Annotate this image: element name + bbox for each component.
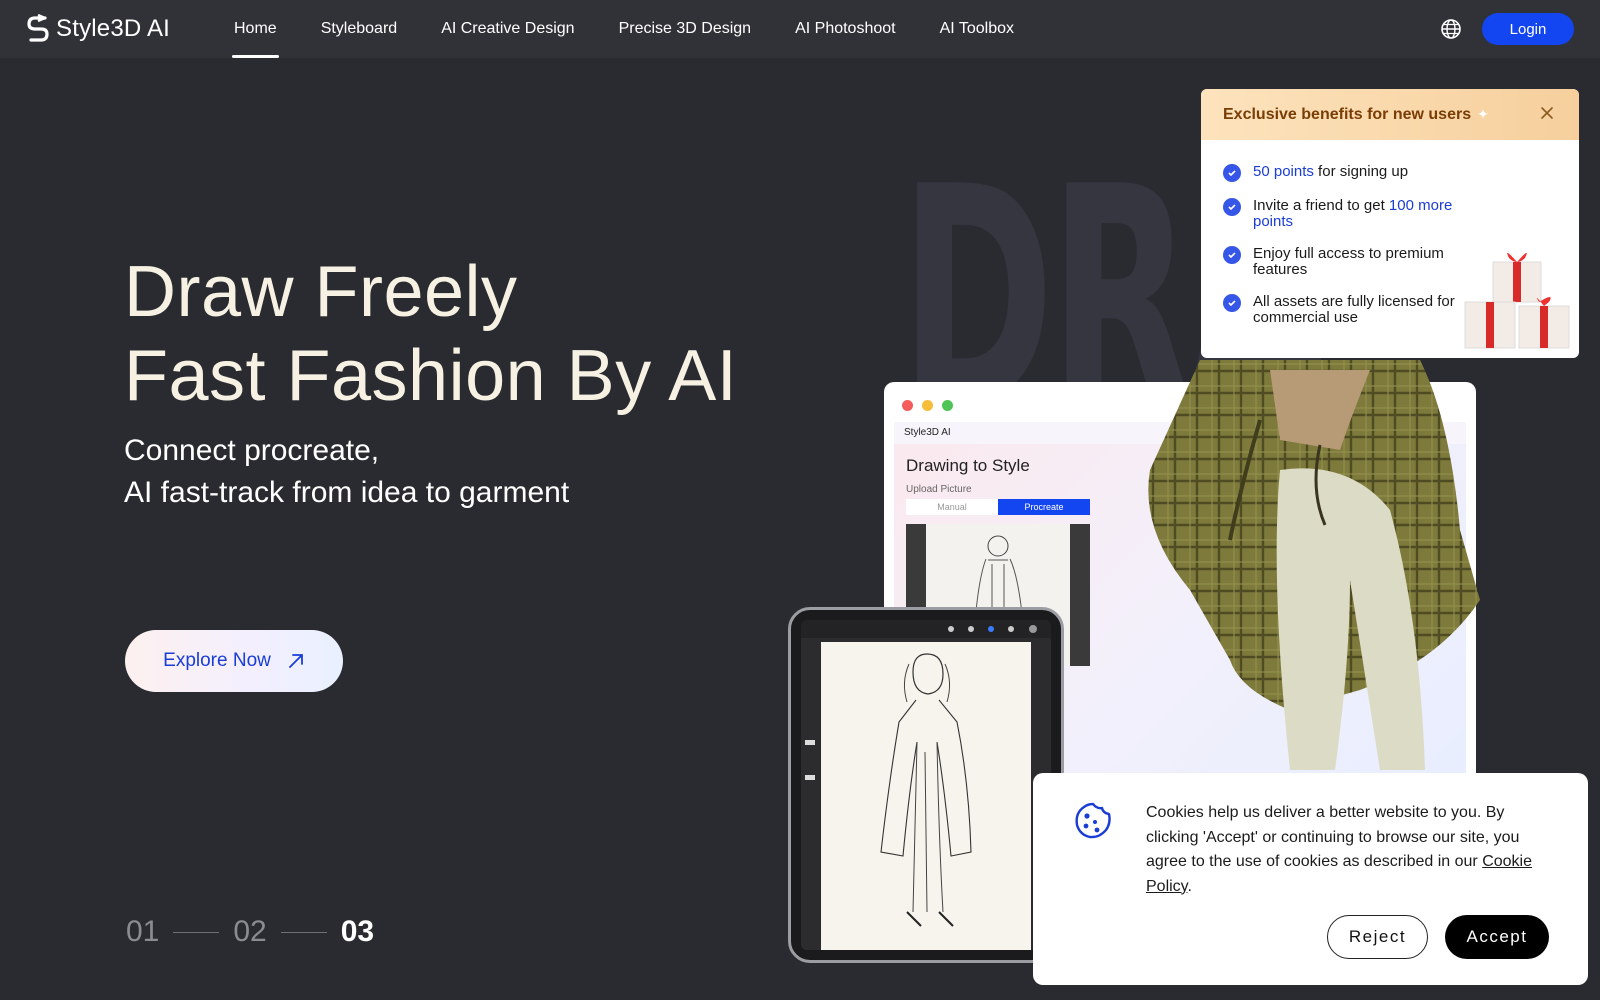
window-maximize-dot — [942, 400, 953, 411]
nav-ai-toolbox[interactable]: AI Toolbox — [940, 0, 1014, 58]
cookie-consent-banner: Cookies help us deliver a better website… — [1033, 773, 1588, 985]
hero-title: Draw Freely Fast Fashion By AI — [124, 250, 737, 418]
benefit-text: for signing up — [1313, 163, 1409, 180]
tablet-sketch-canvas — [821, 642, 1031, 950]
hero-title-line-2: Fast Fashion By AI — [124, 336, 738, 416]
mockup-tab-manual: Manual — [937, 502, 967, 512]
brand-name: Style3D AI — [56, 15, 171, 42]
benefits-title: Exclusive benefits for new users — [1223, 105, 1472, 123]
slide-step-2[interactable]: 02 — [233, 915, 266, 949]
reject-cookies-button[interactable]: Reject — [1327, 915, 1428, 959]
language-globe-icon[interactable] — [1440, 18, 1462, 40]
fashion-model-image — [1148, 360, 1480, 770]
benefit-item: 50 points for signing up — [1223, 164, 1463, 182]
cookie-message-text: Cookies help us deliver a better website… — [1146, 804, 1520, 870]
benefit-text: All assets are fully licensed for commer… — [1253, 293, 1455, 326]
check-icon — [1223, 164, 1241, 182]
login-button[interactable]: Login — [1482, 13, 1574, 45]
benefit-item: Invite a friend to get 100 more points — [1223, 198, 1463, 230]
slide-step-3[interactable]: 03 — [341, 915, 374, 949]
window-traffic-lights — [902, 400, 953, 411]
mockup-tab-procreate: Procreate — [998, 499, 1090, 515]
nav-precise-3d-design[interactable]: Precise 3D Design — [619, 0, 752, 58]
main-nav: Home Styleboard AI Creative Design Preci… — [232, 0, 1014, 58]
hero-subtitle-line-2: AI fast-track from idea to garment — [124, 476, 570, 509]
top-nav-bar: Style3D AI Home Styleboard AI Creative D… — [0, 0, 1600, 58]
benefit-text: Enjoy full access to premium features — [1253, 245, 1444, 278]
nav-ai-photoshoot[interactable]: AI Photoshoot — [795, 0, 896, 58]
close-icon[interactable] — [1539, 105, 1555, 121]
mockup-heading: Drawing to Style — [906, 456, 1030, 475]
hero-title-line-1: Draw Freely — [124, 252, 518, 332]
cookie-message: Cookies help us deliver a better website… — [1146, 801, 1558, 899]
slide-pagination: 01 02 03 — [126, 915, 374, 949]
benefit-text: Invite a friend to get — [1253, 197, 1389, 214]
new-user-benefits-popup: Exclusive benefits for new users ✦ 50 po… — [1201, 89, 1579, 358]
benefit-item: Enjoy full access to premium features — [1223, 246, 1463, 278]
window-close-dot — [902, 400, 913, 411]
hero-subtitle: Connect procreate, AI fast-track from id… — [124, 430, 569, 514]
explore-now-label: Explore Now — [163, 650, 271, 671]
tablet-screen — [801, 620, 1051, 950]
procreate-tablet-mockup — [788, 607, 1064, 963]
sparkle-icon: ✦ — [1477, 106, 1489, 122]
check-icon — [1223, 198, 1241, 216]
nav-styleboard[interactable]: Styleboard — [321, 0, 398, 58]
explore-now-button[interactable]: Explore Now — [125, 630, 343, 692]
mockup-tabs: Manual Procreate — [906, 499, 1090, 515]
mockup-upload-label: Upload Picture — [906, 484, 972, 495]
hero-subtitle-line-1: Connect procreate, — [124, 434, 380, 467]
tablet-tool-icons — [948, 625, 1037, 633]
slide-step-1[interactable]: 01 — [126, 915, 159, 949]
nav-home[interactable]: Home — [232, 0, 279, 58]
step-divider — [280, 931, 327, 933]
style3d-logo-icon — [27, 14, 49, 42]
check-icon — [1223, 294, 1241, 312]
nav-ai-creative-design[interactable]: AI Creative Design — [441, 0, 574, 58]
check-icon — [1223, 246, 1241, 264]
step-divider — [173, 931, 220, 933]
cookie-message-end: . — [1187, 877, 1192, 895]
mockup-brand: Style3D AI — [904, 427, 951, 438]
fashion-sketch-figure — [880, 653, 972, 927]
arrow-up-right-icon — [288, 654, 303, 668]
cookie-icon — [1075, 802, 1111, 839]
window-minimize-dot — [922, 400, 933, 411]
gift-boxes-icon — [1464, 252, 1570, 349]
benefits-header: Exclusive benefits for new users ✦ — [1201, 89, 1579, 140]
benefit-item: All assets are fully licensed for commer… — [1223, 294, 1463, 326]
benefit-highlight: 50 points — [1253, 163, 1314, 180]
accept-cookies-button[interactable]: Accept — [1445, 915, 1549, 959]
tablet-side-sliders — [805, 740, 815, 840]
tablet-toolbar — [801, 620, 1051, 638]
brand-logo[interactable]: Style3D AI — [26, 14, 170, 44]
